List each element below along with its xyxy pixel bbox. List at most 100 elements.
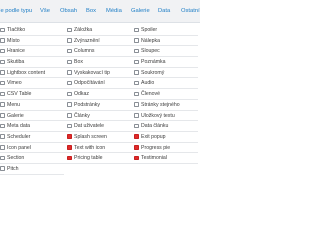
shortcode-column-1: Tlačítko Místo Hranice Skutiba Lightbox cont… [0,25,64,175]
icon-panel-icon [0,145,5,150]
tab-gallery[interactable]: Galerie [128,0,153,23]
tab-box[interactable]: Box [83,0,99,23]
grid-icon [0,59,5,65]
members-icon [134,91,139,97]
exit-popup-icon [134,134,139,139]
shortcode-item[interactable]: Tlačítko [0,25,64,36]
private-icon [134,70,139,75]
shortcode-item-label: Lightbox content [7,69,46,76]
shortcode-item-label: Text with icon [74,144,106,151]
shortcode-item-label: Vyskakovací tip [74,69,110,76]
shortcode-item[interactable]: CSV Table [0,89,64,100]
shortcode-column-2: Záložka Zvýraznění Columns Box Vyskakovací t… [64,25,131,164]
shortcode-item[interactable]: Galerie [0,111,64,122]
shortcode-item-label: Testimonial [141,155,167,162]
shortcode-item[interactable]: Progress pie [131,143,198,154]
shortcode-item[interactable]: Zvýraznění [64,36,131,47]
shortcode-item-label: Poznámka [141,59,166,66]
tab-content[interactable]: Obsah [57,0,80,23]
shortcode-item[interactable]: Sloupec [131,46,198,58]
shortcode-item-label: Podstránky [74,101,100,108]
shortcode-item[interactable]: Pricing table [64,153,131,164]
shortcode-item-label: Spoiler [141,27,158,33]
shortcode-item[interactable]: Hranice [0,46,64,58]
column-icon [134,48,139,54]
shortcode-item[interactable]: Meta data [0,121,64,132]
shortcode-item[interactable]: Columns [64,46,131,58]
shortcode-item[interactable]: Exit popup [131,132,198,143]
shortcode-item[interactable]: Section [0,153,64,164]
post-data-icon [134,123,139,129]
shortcode-item[interactable]: Odkaz [64,89,131,100]
shortcode-item[interactable]: Text with icon [64,143,131,154]
splash-icon [67,134,72,139]
shortcode-item-label: Audio [141,80,155,87]
shortcode-item[interactable]: Splash screen [64,132,131,143]
user-data-icon [67,123,72,129]
highlight-icon [67,38,72,43]
lightbox-icon [0,70,5,75]
shortcode-item[interactable]: Vyskakovací tip [64,68,131,79]
shortcode-item-label: Uložkový textu [141,112,175,119]
menu-icon [0,102,5,107]
shortcode-item[interactable]: Vimeo [0,78,64,90]
shortcode-item[interactable]: Data článku [131,121,198,132]
shortcode-item[interactable]: Články [64,111,131,122]
shortcode-item[interactable]: Scheduler [0,132,64,143]
shortcode-item-label: Nálepka [141,37,161,44]
shortcode-item[interactable]: Lightbox content [0,68,64,79]
shortcode-item-label: Pitch [7,165,19,172]
tab-icon [67,27,72,32]
tab-by-type[interactable]: Dle podle typu [0,0,35,23]
shortcode-item-label: Pricing table [74,155,103,162]
filter-tab-bar: Dle podle typu Vše Obsah Box Média Galer… [0,0,200,23]
shortcode-item-label: Záložka [74,27,93,33]
border-icon [0,48,5,54]
shortcode-item[interactable]: Uložkový textu [131,111,198,122]
shortcode-item[interactable]: Členové [131,89,198,100]
shortcode-item[interactable]: Pitch [0,164,64,175]
text-icon [67,145,72,150]
table-icon [0,91,5,97]
shortcode-item[interactable]: Spoiler [131,25,198,36]
text-excerpt-icon [134,113,139,118]
shortcode-item[interactable]: Testimonial [131,153,198,164]
shortcode-item[interactable]: Podstránky [64,100,131,111]
shortcode-item-label: Hranice [7,48,25,55]
shortcode-item[interactable]: Icon panel [0,143,64,154]
shortcode-item-label: Columns [74,48,95,55]
testimonial-icon [134,155,139,161]
shortcode-item[interactable]: Soukromý [131,68,198,79]
columns-icon [67,48,72,54]
button-icon [0,27,5,32]
tab-data[interactable]: Data [155,0,173,23]
shortcode-item-label: Tlačítko [7,27,26,33]
shortcode-item[interactable]: Menu [0,100,64,111]
shortcode-item[interactable]: Audio [131,78,198,90]
countdown-icon [67,80,72,86]
pricing-icon [67,155,72,161]
shortcode-item[interactable]: Nálepka [131,36,198,47]
shortcode-item[interactable]: Záložka [64,25,131,36]
shortcode-item[interactable]: Dat uživatele [64,121,131,132]
box-icon [67,59,72,65]
note-icon [134,59,139,65]
shortcode-item-label: Sloupec [141,48,160,55]
shortcode-item[interactable]: Poznámka [131,57,198,68]
shortcode-item-label: Zvýraznění [74,37,100,44]
shortcode-item-label: Data článku [141,123,169,130]
shortcode-item-label: Progress pie [141,144,171,151]
tab-media[interactable]: Média [103,0,125,23]
shortcode-item-label: Scheduler [7,133,31,140]
tab-other[interactable]: Ostatní [178,0,203,23]
shortcode-item[interactable]: Místo [0,36,64,47]
shortcode-item-label: Články [74,112,90,119]
tab-all[interactable]: Vše [37,0,53,23]
shortcode-item[interactable]: Box [64,57,131,68]
shortcode-item-label: Splash screen [74,133,107,140]
calendar-icon [0,134,5,139]
shortcode-item[interactable]: Odpočítávání [64,78,131,90]
shortcode-item[interactable]: Skutiba [0,57,64,68]
section-icon [0,155,5,161]
shortcode-item[interactable]: Stránky stejného [131,100,198,111]
